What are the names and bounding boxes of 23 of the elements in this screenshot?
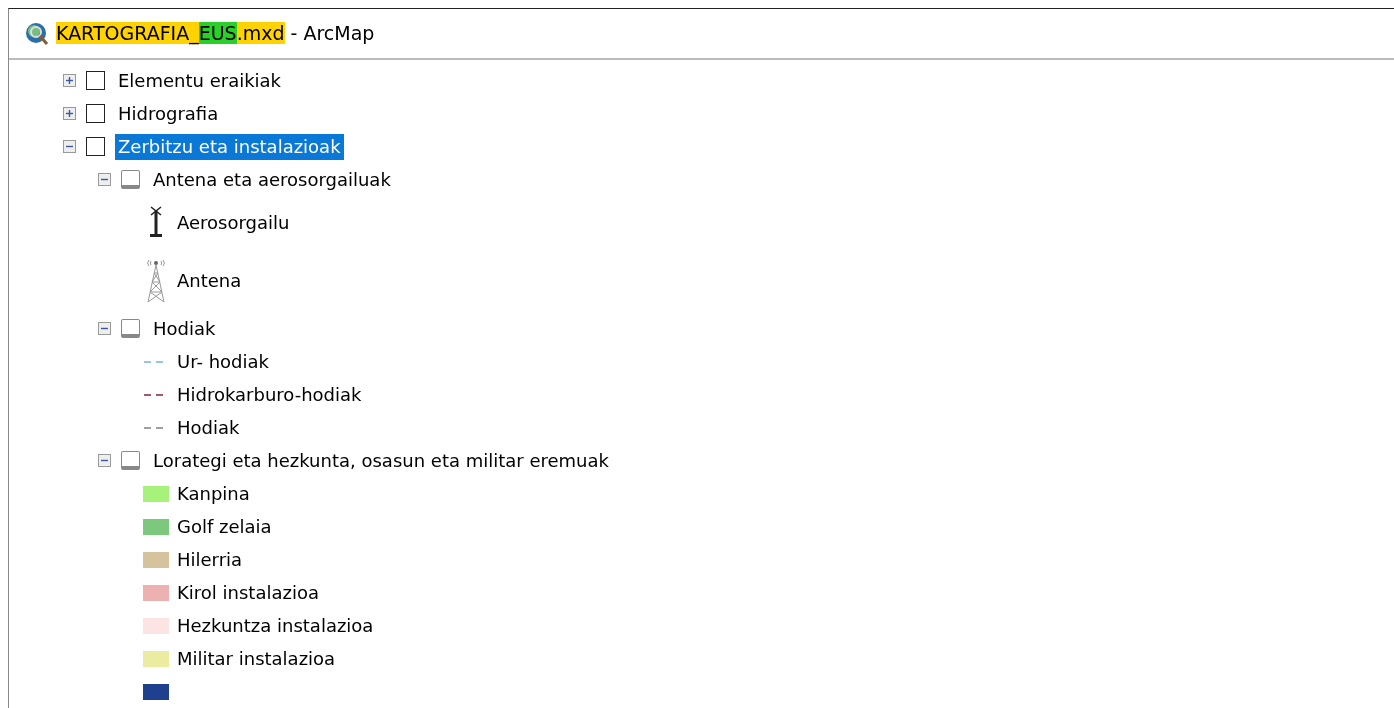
checkbox[interactable] [86,137,105,156]
legend-label: Ur- hodiak [177,350,269,374]
checkbox[interactable] [86,71,105,90]
legend-label: Hilerria [177,548,243,572]
legend-label: Kirol instalazioa [177,581,319,605]
legend-label: Hidrokarburo-hodiak [177,383,362,407]
legend-label: Kanpina [177,482,250,506]
expand-icon[interactable] [63,74,76,87]
legend-label: Hezkuntza instalazioa [177,614,374,638]
legend-label: Antena [177,268,242,293]
legend-label: Aerosorgailu [177,210,290,235]
legend-label: Militar instalazioa [177,647,336,671]
layer-name[interactable]: Elementu eraikiak [115,67,285,94]
window-title: KARTOGRAFIA_EUS.mxd - ArcMap [56,21,375,47]
expand-icon[interactable] [63,107,76,120]
legend-label: Golf zelaia [177,515,272,539]
wind-turbine-icon [149,206,163,238]
globe-magnifier-icon [24,20,50,47]
layer-name[interactable]: Zerbitzu eta instalazioak [115,133,344,160]
layer-name[interactable]: Hidrografia [115,100,222,127]
collapse-icon[interactable] [63,140,76,153]
checkbox[interactable] [86,104,105,123]
legend-label: Hodiak [177,416,240,440]
